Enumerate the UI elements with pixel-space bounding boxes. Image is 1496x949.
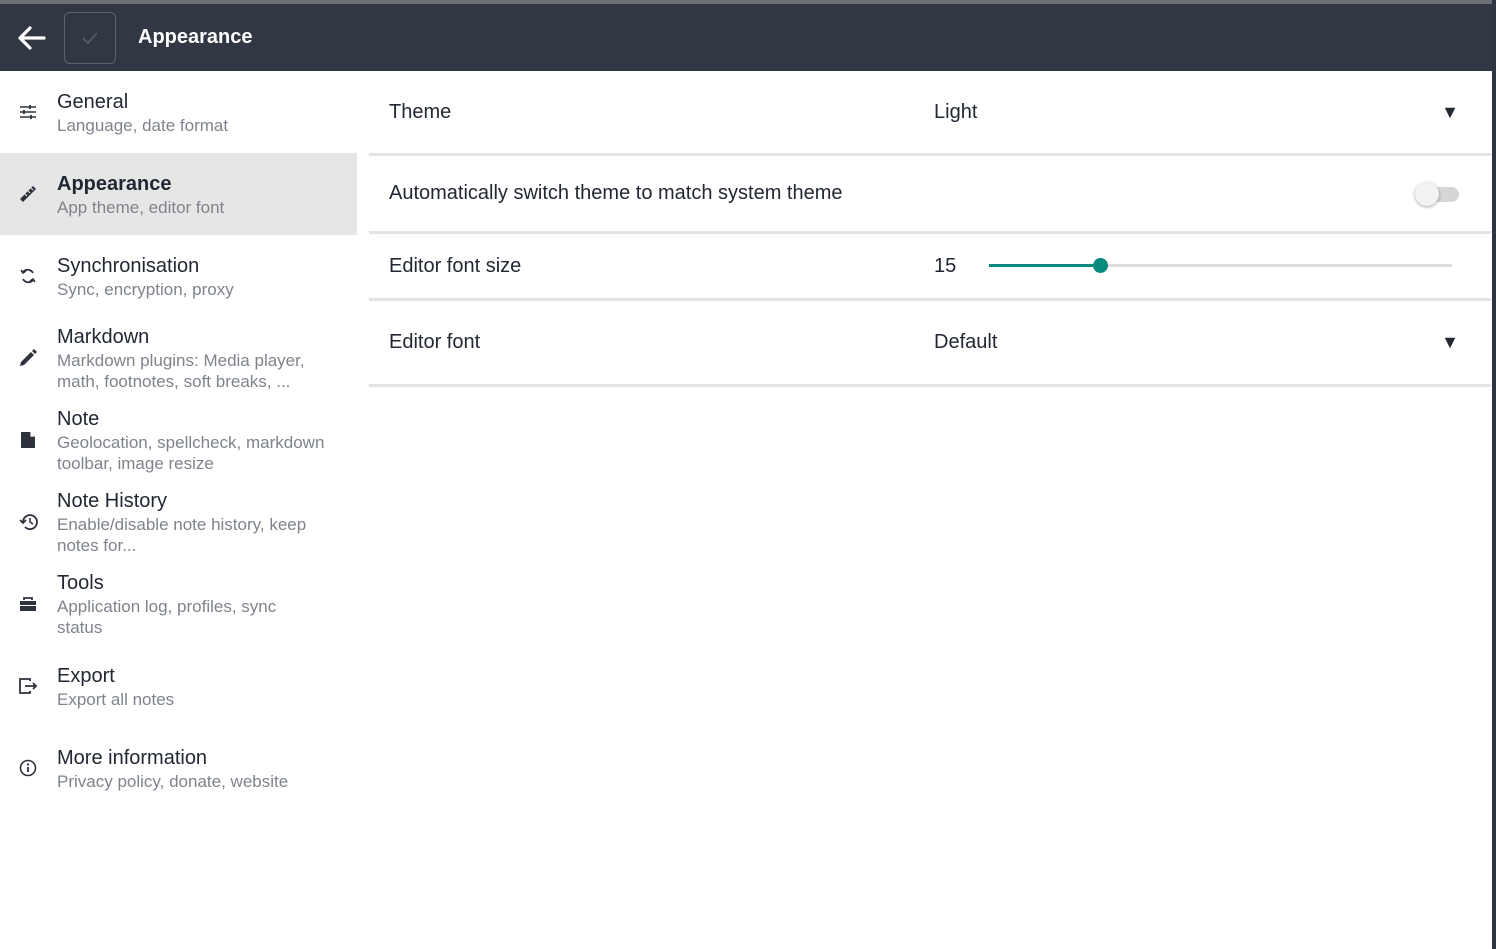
editor-font-setting-row[interactable]: Editor font Default ▼ [369,301,1491,387]
sidebar-item-desc: App theme, editor font [57,197,225,217]
sync-icon [17,265,39,287]
font-size-setting-row: Editor font size 15 [369,234,1491,301]
sidebar-item-desc: Markdown plugins: Media player, math, fo… [57,351,305,391]
auto-switch-label: Automatically switch theme to match syst… [389,182,843,204]
sidebar-item-desc: Enable/disable note history, keep notes … [57,515,307,555]
dropdown-arrow-icon[interactable]: ▼ [1441,102,1459,123]
sidebar-item-desc: Application log, profiles, sync status [57,597,277,637]
sidebar-item-title: Tools [57,572,104,594]
history-icon [17,511,39,533]
sidebar-item-title: General [57,90,129,113]
editor-font-select-value[interactable]: Default [934,331,997,354]
theme-label: Theme [389,100,452,123]
sidebar-item-desc: Sync, encryption, proxy [57,279,234,299]
file-icon [17,429,39,451]
settings-panel: Theme Light ▼ Automatically switch theme… [369,71,1491,387]
back-button[interactable] [0,4,62,71]
sidebar-item-export[interactable]: Export Export all notes [0,645,357,727]
window-right-edge [1492,0,1496,949]
sidebar-item-desc: Privacy policy, donate, website [57,771,289,791]
sidebar-item-markdown[interactable]: Markdown Markdown plugins: Media player,… [0,317,357,399]
sliders-icon [17,101,39,123]
sidebar-item-desc: Language, date format [57,115,229,135]
sidebar-item-more-information[interactable]: More information Privacy policy, donate,… [0,727,357,809]
sidebar-item-title: Note History [57,490,168,512]
toolbox-icon [17,593,39,615]
theme-setting-row[interactable]: Theme Light ▼ [369,71,1491,156]
font-size-label: Editor font size [389,254,522,277]
font-size-value: 15 [934,254,957,277]
font-size-slider[interactable] [989,258,1452,274]
sidebar-item-note-history[interactable]: Note History Enable/disable note history… [0,481,357,563]
editor-font-label: Editor font [389,331,481,353]
slider-fill [989,264,1101,267]
sidebar-item-note[interactable]: Note Geolocation, spellcheck, markdown t… [0,399,357,481]
sidebar-item-general[interactable]: General Language, date format [0,71,357,153]
sidebar-item-tools[interactable]: Tools Application log, profiles, sync st… [0,563,357,645]
sidebar-item-title: Export [57,664,115,687]
ruler-icon [17,183,39,205]
dropdown-arrow-icon[interactable]: ▼ [1441,332,1459,353]
sidebar-item-desc: Export all notes [57,689,175,709]
sidebar-item-desc: Geolocation, spellcheck, markdown toolba… [57,433,325,473]
sidebar-item-appearance[interactable]: Appearance App theme, editor font [0,153,357,235]
theme-select-value[interactable]: Light [934,101,977,124]
arrow-left-icon [18,25,46,50]
settings-sidebar: General Language, date format Appearance… [0,71,357,949]
auto-switch-toggle[interactable] [1415,181,1459,206]
sidebar-item-title: Synchronisation [57,254,200,277]
sidebar-item-title: More information [57,746,208,769]
checkmark-icon [82,31,98,44]
pencil-icon [17,347,39,369]
app-header: Appearance [0,4,1492,71]
auto-switch-setting-row: Automatically switch theme to match syst… [369,156,1491,234]
sidebar-item-synchronisation[interactable]: Synchronisation Sync, encryption, proxy [0,235,357,317]
export-icon [17,675,39,697]
save-button[interactable] [64,11,116,64]
toggle-thumb [1415,181,1439,206]
sidebar-item-title: Note [57,408,100,430]
page-title: Appearance [138,26,253,48]
slider-thumb[interactable] [1093,258,1109,273]
sidebar-item-title: Appearance [57,172,172,195]
sidebar-item-title: Markdown [57,326,150,348]
info-icon [17,757,39,779]
